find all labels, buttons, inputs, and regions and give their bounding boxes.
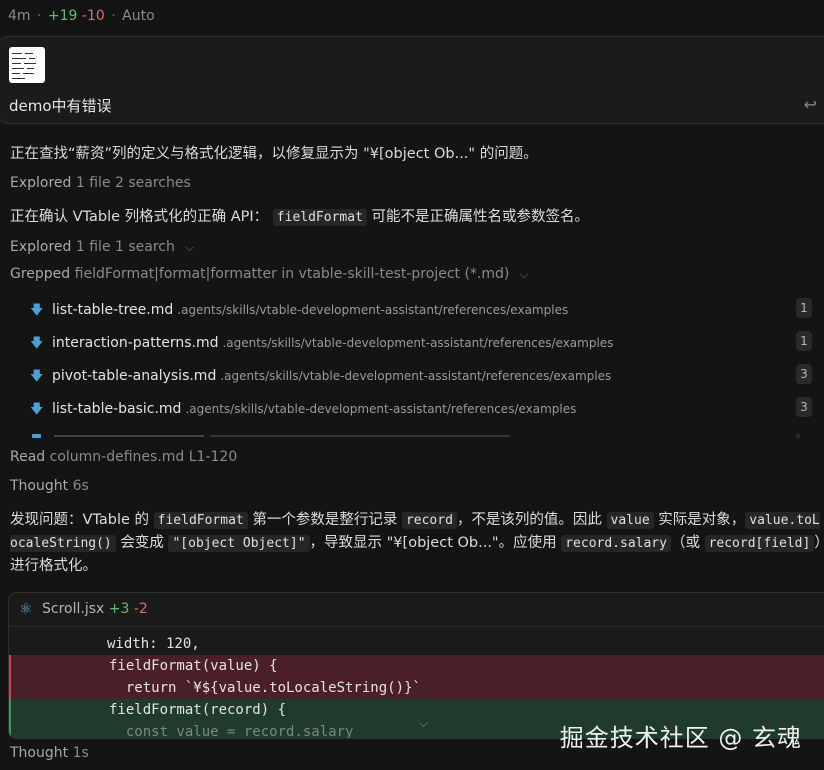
search-result-row[interactable]: 🡇 list-table-basic.md .agents/skills/vtabl…	[30, 398, 576, 422]
thought-summary-1[interactable]: Thought 6s	[10, 478, 89, 494]
diff-deletions: -2	[133, 601, 148, 617]
grepped-detail: fieldFormat|format|formatter in vtable-s…	[74, 266, 510, 282]
diff-header[interactable]: ⚛ Scroll.jsx +3 -2	[9, 593, 824, 627]
thought-label: Thought	[10, 478, 69, 494]
deletions-count: -10	[81, 8, 105, 24]
grepped-label: Grepped	[10, 266, 71, 282]
inline-code: record	[401, 512, 457, 529]
read-summary[interactable]: Read column-defines.md L1-120	[10, 449, 237, 465]
thought-duration: 6s	[72, 478, 89, 494]
diff-file-info: Scroll.jsx +3 -2	[42, 601, 148, 617]
grepped-summary[interactable]: Grepped fieldFormat|format|formatter in …	[10, 266, 528, 282]
match-count-badge: 3	[796, 397, 812, 417]
inline-code: record.salary	[561, 535, 671, 552]
search-result-row[interactable]: 🡇 pivot-table-analysis.md .agents/skills/v…	[30, 365, 611, 389]
confirm-suffix: 可能不是正确属性名或参数签名。	[371, 209, 590, 225]
match-count-badge: 1	[796, 331, 812, 351]
explored-label: Explored	[10, 239, 72, 255]
elapsed-time: 4m	[8, 8, 31, 24]
arrow-down-icon: 🡇	[30, 402, 44, 417]
inline-code: value	[606, 512, 654, 529]
diff-additions: +3	[108, 601, 130, 617]
attachment-thumbnail[interactable]	[9, 47, 45, 83]
diff-file-name[interactable]: Scroll.jsx	[42, 601, 104, 617]
react-icon: ⚛	[19, 600, 33, 618]
result-file-path: .agents/skills/vtable-development-assist…	[222, 336, 614, 350]
status-line-confirm: 正在确认 VTable 列格式化的正确 API： fieldFormat 可能不…	[10, 205, 589, 226]
explored-summary-2[interactable]: Explored 1 file 1 search ⌵	[10, 239, 194, 255]
confirm-prefix: 正在确认 VTable 列格式化的正确 API：	[10, 209, 269, 225]
status-line-search: 正在查找“薪资”列的定义与格式化逻辑，以修复显示为 "¥[object Ob..…	[10, 146, 538, 162]
result-file-path: .agents/skills/vtable-development-assist…	[220, 369, 612, 383]
task-status-bar: 4m · +19 -10 · Auto	[8, 8, 155, 24]
result-file-name: interaction-patterns.md	[52, 335, 219, 351]
additions-count: +19	[47, 8, 78, 24]
result-file-name: pivot-table-analysis.md	[52, 368, 217, 384]
arrow-down-icon: 🡇	[30, 336, 44, 351]
finding-paragraph: 发现问题：VTable 的 fieldFormat 第一个参数是整行记录 rec…	[10, 512, 822, 574]
diff-line-context: width: 120,	[107, 636, 200, 652]
diff-line-removed: return `¥${value.toLocaleString()}`	[9, 677, 824, 699]
explored-detail: 1 file 1 search	[75, 239, 175, 255]
diff-line-removed: fieldFormat(value) {	[9, 655, 824, 677]
user-message-text: demo中有错误	[9, 97, 112, 115]
inline-code: record[field]	[704, 535, 815, 552]
inline-code: fieldFormat	[153, 512, 248, 529]
search-result-row[interactable]: 🡇 list-table-tree.md .agents/skills/vtable…	[30, 299, 568, 323]
result-file-name: list-table-basic.md	[52, 401, 182, 417]
thought-summary-2[interactable]: Thought 1s	[10, 745, 89, 761]
thought-label: Thought	[10, 745, 69, 761]
result-file-name: list-table-tree.md	[52, 302, 174, 318]
chevron-down-icon[interactable]: ⌵	[520, 268, 528, 281]
arrow-down-icon: 🡇	[30, 369, 44, 384]
explored-summary-1[interactable]: Explored 1 file 2 searches	[10, 175, 191, 191]
list-scroll-fade	[30, 432, 800, 438]
user-message-card[interactable]: demo中有错误 ↩	[0, 36, 824, 124]
undo-icon[interactable]: ↩	[804, 95, 817, 114]
search-result-row[interactable]: 🡇 interaction-patterns.md .agents/skills/v…	[30, 332, 613, 356]
result-file-path: .agents/skills/vtable-development-assist…	[177, 303, 569, 317]
chevron-down-icon[interactable]: ⌵	[185, 241, 193, 254]
thought-duration: 1s	[72, 745, 89, 761]
diff-card[interactable]: ⚛ Scroll.jsx +3 -2 width: 120, fieldForm…	[8, 592, 824, 739]
chevron-down-icon[interactable]: ⌵	[419, 716, 428, 731]
result-file-path: .agents/skills/vtable-development-assist…	[185, 402, 577, 416]
match-count-badge: 3	[796, 364, 812, 384]
watermark-text: 掘金技术社区 @ 玄魂	[559, 724, 802, 752]
mode-label[interactable]: Auto	[122, 8, 155, 24]
explored-detail: 1 file 2 searches	[75, 175, 191, 191]
inline-code: fieldFormat	[272, 209, 367, 226]
explored-label: Explored	[10, 175, 72, 191]
match-count-badge: 1	[796, 298, 812, 318]
read-detail: column-defines.md L1-120	[49, 449, 238, 465]
read-label: Read	[10, 449, 46, 465]
inline-code: "[object Object]"	[168, 535, 310, 552]
arrow-down-icon: 🡇	[30, 303, 44, 318]
